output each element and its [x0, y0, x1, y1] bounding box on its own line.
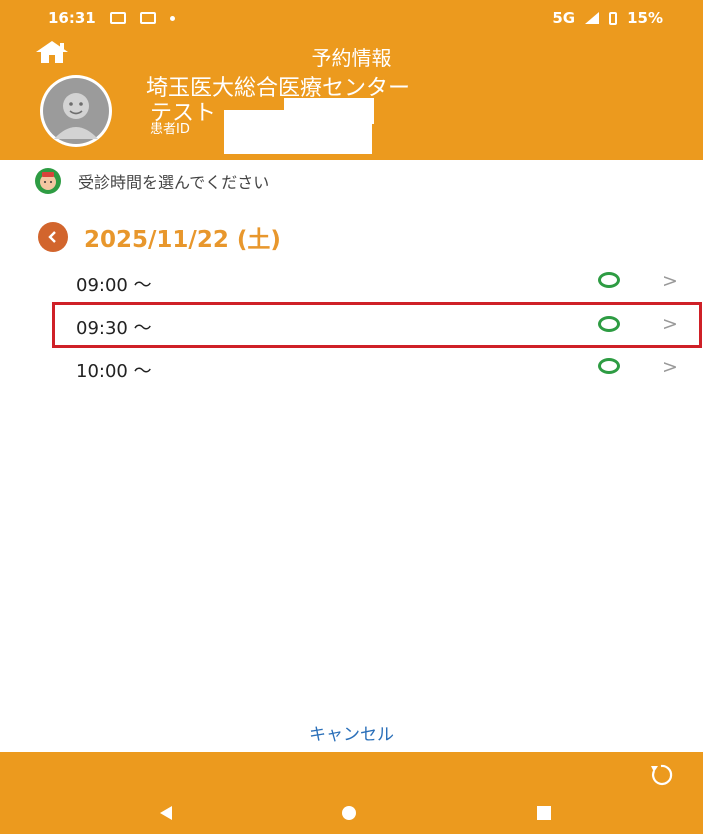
system-nav-bar [0, 752, 703, 834]
page-title: 予約情報 [311, 46, 392, 70]
rotate-icon[interactable] [648, 762, 674, 788]
signal-icon [585, 12, 600, 24]
chevron-right-icon: > [662, 270, 678, 292]
avatar [40, 75, 112, 147]
redaction-box [224, 110, 372, 154]
date-row: 2025/11/22 (土) [38, 220, 281, 254]
cancel-button[interactable]: キャンセル [0, 720, 703, 745]
slot-time: 09:00 〜 [76, 275, 152, 296]
nurse-icon [35, 168, 61, 194]
time-slot-0930[interactable]: 09:30 〜 > [52, 302, 702, 348]
status-bar: 16:31 5G 15% [0, 0, 703, 38]
available-icon [598, 316, 620, 332]
nav-home-button[interactable] [342, 806, 356, 820]
chevron-right-icon: > [662, 313, 678, 335]
previous-date-button[interactable] [38, 222, 68, 252]
status-time: 16:31 [48, 9, 96, 27]
guide-text: 受診時間を選んでください [78, 173, 270, 192]
missed-call-icon [109, 12, 126, 24]
battery-label: 15% [627, 9, 663, 27]
nav-recents-button[interactable] [537, 806, 551, 820]
selected-date: 2025/11/22 (土) [84, 227, 281, 253]
chevron-right-icon: > [662, 356, 678, 378]
battery-icon [609, 11, 618, 25]
time-slot-1000[interactable]: 10:00 〜 > [52, 346, 702, 392]
person-icon [43, 78, 109, 144]
guide-row: 受診時間を選んでください [34, 167, 269, 195]
available-icon [598, 272, 620, 288]
chevron-left-icon [48, 231, 56, 243]
more-notifications-icon [169, 15, 175, 21]
nav-back-button[interactable] [160, 806, 172, 820]
slot-time: 09:30 〜 [76, 318, 152, 339]
available-icon [598, 358, 620, 374]
time-slot-0900[interactable]: 09:00 〜 > [52, 260, 702, 306]
notification-icon [139, 12, 156, 24]
slot-time: 10:00 〜 [76, 361, 152, 382]
app-header: 16:31 5G 15% 予約情報 埼玉医大総合医療センター テスト 患者ID [0, 0, 703, 160]
patient-id-label: 患者ID [150, 122, 190, 137]
network-label: 5G [552, 9, 576, 27]
